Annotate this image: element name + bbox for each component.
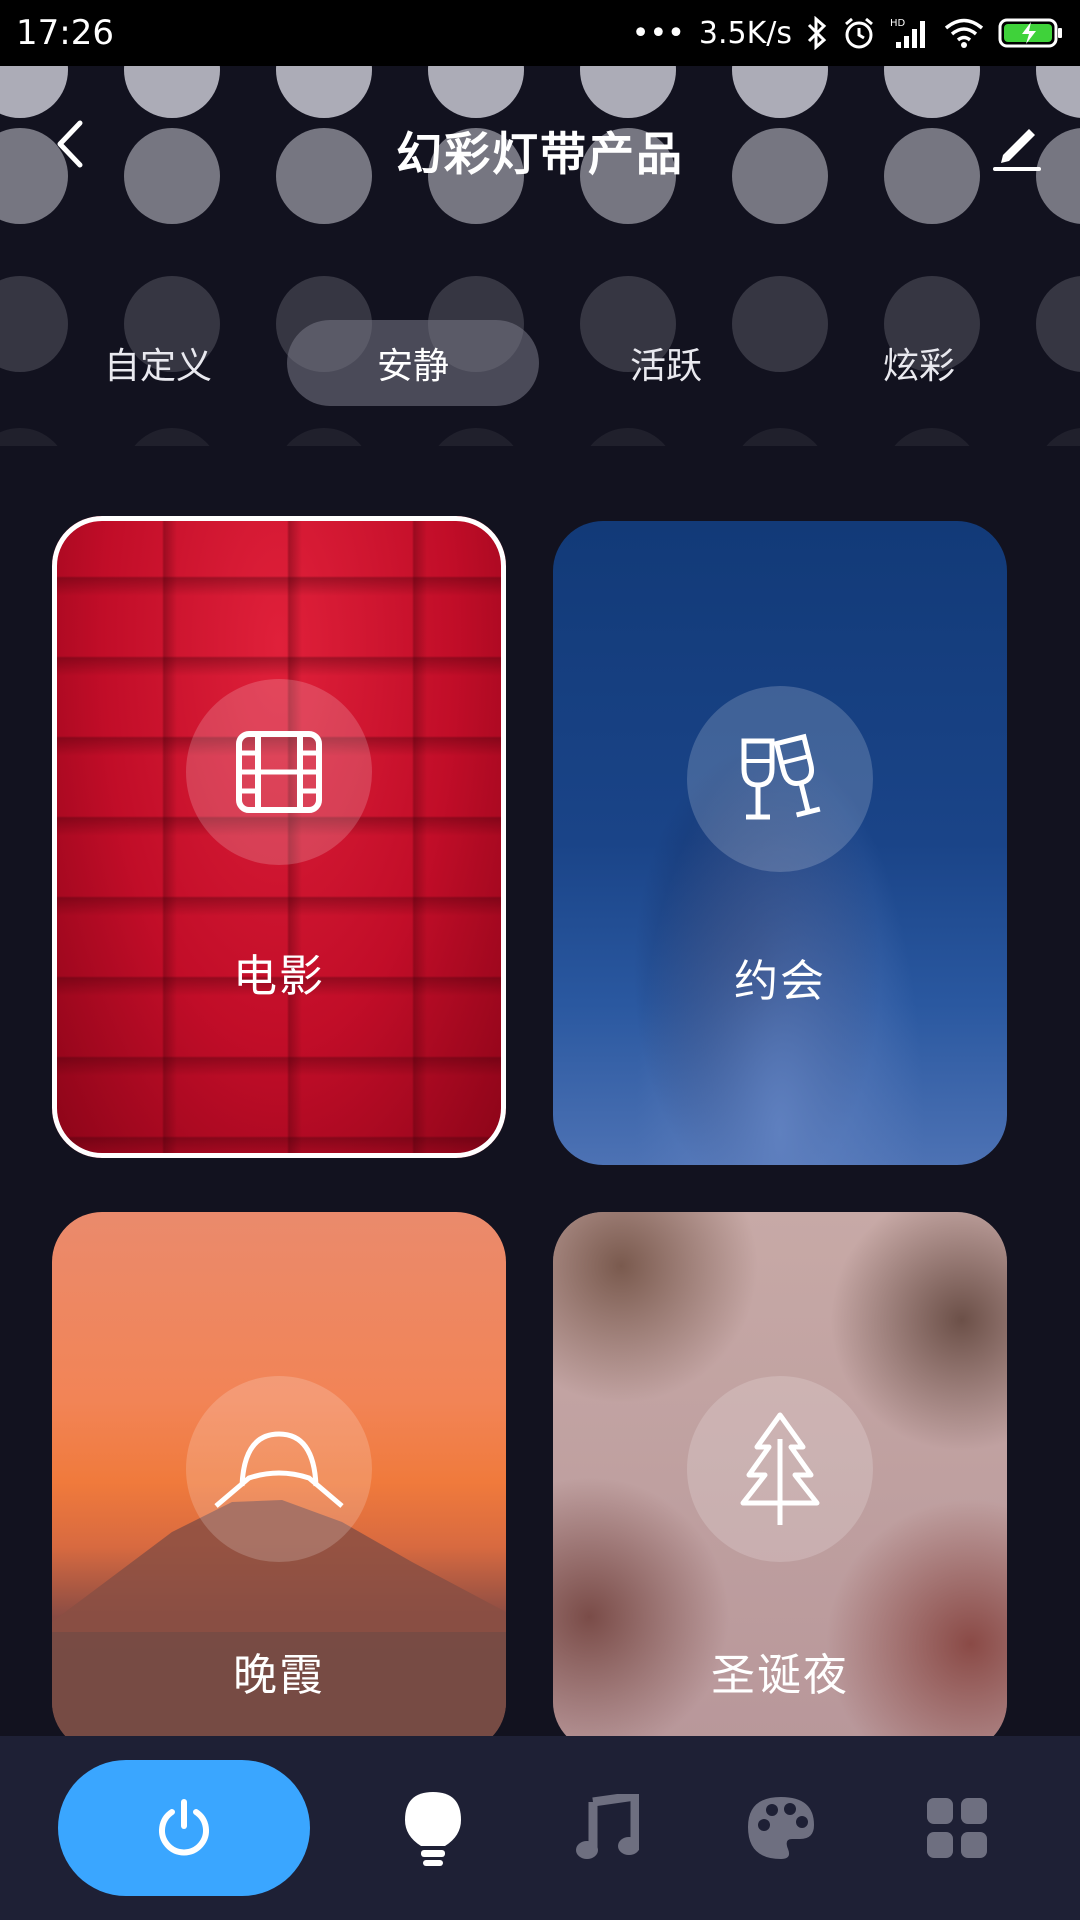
header: 幻彩灯带产品	[0, 66, 1080, 226]
bottom-nav	[0, 1736, 1080, 1920]
status-icons: ••• 3.5K/s HD	[632, 16, 1064, 51]
alarm-icon	[842, 16, 876, 50]
status-bar: 17:26 ••• 3.5K/s HD	[0, 0, 1080, 66]
grid-icon	[927, 1798, 987, 1858]
battery-charging-icon	[998, 17, 1064, 49]
nav-light-button[interactable]	[370, 1760, 496, 1896]
bluetooth-icon	[806, 16, 828, 50]
scene-icon-circle	[687, 686, 873, 872]
net-speed: 3.5K/s	[698, 15, 792, 51]
background-dot	[884, 428, 980, 446]
wifi-icon	[944, 17, 984, 49]
power-button[interactable]	[58, 1760, 310, 1896]
background-dot	[580, 428, 676, 446]
christmas-tree-icon	[740, 1412, 820, 1525]
background-dot	[124, 428, 220, 446]
page-title: 幻彩灯带产品	[396, 127, 684, 181]
background-dot	[0, 428, 68, 446]
sunset-mountain-icon	[214, 1431, 344, 1508]
power-icon	[159, 1799, 209, 1856]
tab-colorful[interactable]: 炫彩	[793, 320, 1045, 406]
scene-label: 约会	[734, 956, 826, 1007]
svg-text:HD: HD	[890, 18, 906, 29]
champagne-glasses-icon	[741, 733, 821, 820]
lightbulb-icon	[405, 1792, 461, 1866]
tab-label: 活跃	[629, 346, 702, 387]
nav-more-button[interactable]	[894, 1760, 1020, 1896]
tab-active[interactable]: 活跃	[540, 320, 792, 406]
hd-signal-icon: HD	[890, 16, 930, 50]
nav-palette-button[interactable]	[718, 1760, 844, 1896]
scene-card-sunset[interactable]: 晚霞	[52, 1212, 506, 1752]
background-dot	[276, 428, 372, 446]
tab-label: 自定义	[103, 346, 212, 387]
tab-label: 炫彩	[882, 346, 955, 387]
status-time: 17:26	[16, 13, 114, 53]
palette-icon	[748, 1797, 814, 1859]
nav-music-button[interactable]	[544, 1760, 670, 1896]
edit-pencil-icon	[993, 129, 1041, 171]
scene-card-movie[interactable]: 电影	[52, 516, 506, 1158]
background-dot	[428, 428, 524, 446]
movie-background	[52, 516, 506, 1158]
film-icon	[236, 731, 322, 813]
more-dots-icon: •••	[631, 15, 685, 51]
scene-icon-circle	[186, 679, 372, 865]
scene-tabs: 自定义 安静 活跃 炫彩	[0, 320, 1080, 406]
background-dot	[732, 428, 828, 446]
tab-custom[interactable]: 自定义	[32, 320, 284, 406]
scene-label: 晚霞	[233, 1650, 325, 1701]
scene-icon-circle	[186, 1376, 372, 1562]
scene-label: 电影	[233, 951, 325, 1002]
tab-label: 安静	[376, 346, 449, 387]
tab-quiet[interactable]: 安静	[287, 320, 539, 406]
background-dot	[1036, 428, 1080, 446]
scene-card-christmas[interactable]: 圣诞夜	[553, 1212, 1007, 1752]
music-note-icon	[576, 1794, 639, 1859]
edit-button[interactable]	[982, 114, 1052, 178]
scene-icon-circle	[687, 1376, 873, 1562]
scene-label: 圣诞夜	[711, 1650, 849, 1701]
scene-card-date[interactable]: 约会	[553, 521, 1007, 1165]
